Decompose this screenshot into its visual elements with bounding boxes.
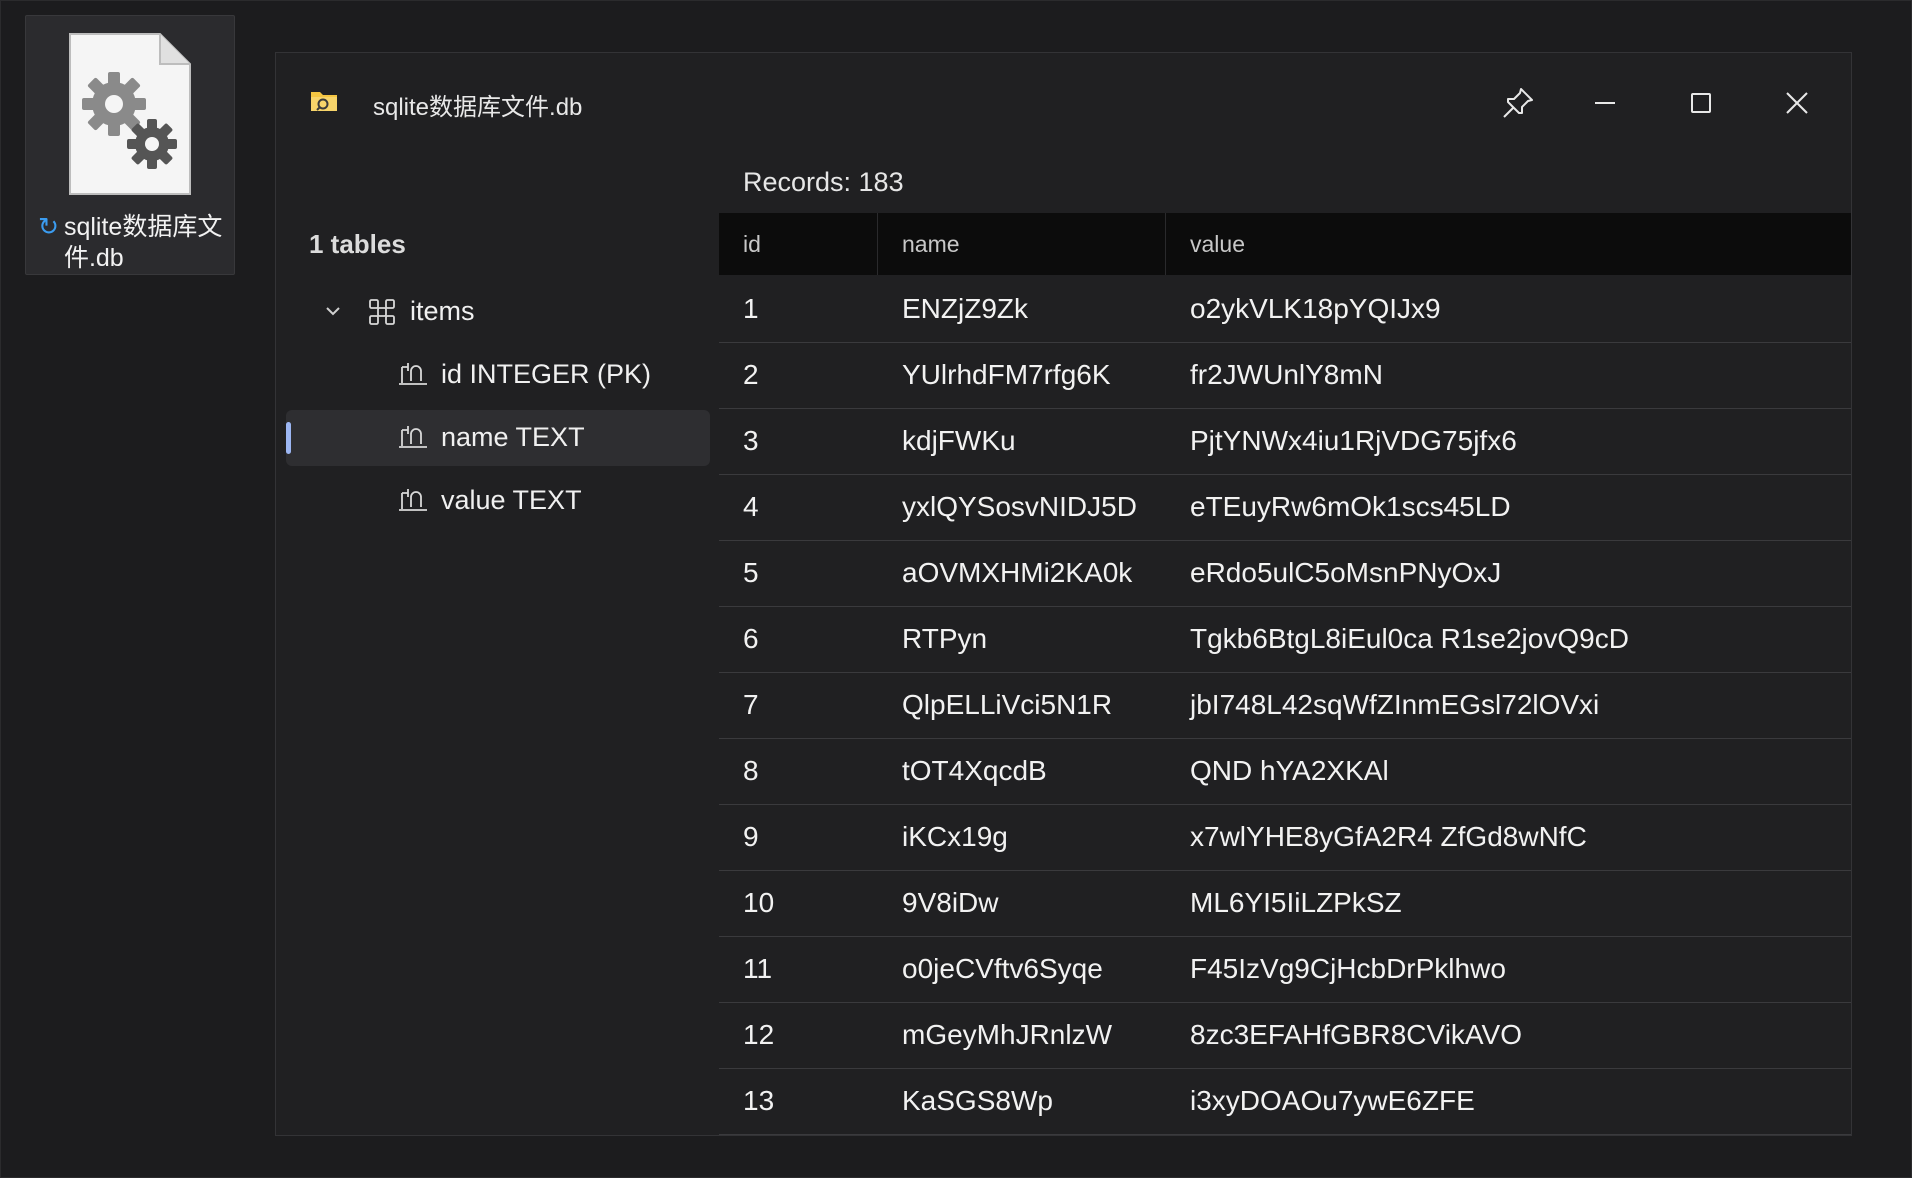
minimize-button[interactable]	[1577, 77, 1633, 129]
cell-name: ENZjZ9Zk	[902, 293, 1028, 324]
chevron-down-icon[interactable]	[324, 302, 342, 320]
table-icon	[369, 299, 395, 325]
tree-column-label: value TEXT	[441, 485, 582, 515]
cell-id: 9	[743, 821, 759, 852]
tree-column-id[interactable]: id INTEGER (PK)	[286, 347, 710, 403]
table-row[interactable]: 5 aOVMXHMi2KA0k eRdo5ulC5oMsnPNyOxJ	[719, 541, 1851, 607]
table-row[interactable]: 4 yxlQYSosvNIDJ5D eTEuyRw6mOk1scs45LD	[719, 475, 1851, 541]
desktop: ↻ sqlite数据库文件.db sqlite数据库文件.db 1 tables…	[0, 0, 1912, 1178]
cell-id: 7	[743, 689, 759, 720]
cell-id: 12	[743, 1019, 775, 1050]
cell-value: jbI748L42sqWfZInmEGsl72lOVxi	[1190, 689, 1600, 720]
cell-value: Tgkb6BtgL8iEul0ca R1se2jovQ9cD	[1190, 623, 1629, 654]
cell-name: 9V8iDw	[902, 887, 999, 918]
column-icon	[399, 363, 427, 385]
cell-value: QND hYA2XKAl	[1190, 755, 1389, 786]
cell-id: 10	[743, 887, 775, 918]
grid-body: 1 ENZjZ9Zk o2ykVLK18pYQIJx9 2 YUlrhdFM7r…	[719, 277, 1851, 1135]
cell-value: eRdo5ulC5oMsnPNyOxJ	[1190, 557, 1502, 588]
title-bar[interactable]: sqlite数据库文件.db	[276, 53, 1851, 153]
cell-name: aOVMXHMi2KA0k	[902, 557, 1133, 588]
cell-value: fr2JWUnlY8mN	[1190, 359, 1383, 390]
cell-name: KaSGS8Wp	[902, 1085, 1053, 1116]
cell-id: 6	[743, 623, 759, 654]
grid-header: id name value	[719, 213, 1851, 275]
desktop-file-label: ↻ sqlite数据库文件.db	[38, 212, 228, 274]
tables-count: 1 tables	[309, 229, 406, 259]
cell-value: o2ykVLK18pYQIJx9	[1190, 293, 1441, 324]
window-title: sqlite数据库文件.db	[373, 94, 583, 121]
column-icon	[399, 426, 427, 448]
cell-name: tOT4XqcdB	[902, 755, 1047, 786]
column-header-name[interactable]: name	[878, 213, 1166, 275]
table-row[interactable]: 6 RTPyn Tgkb6BtgL8iEul0ca R1se2jovQ9cD	[719, 607, 1851, 673]
column-icon	[399, 489, 427, 511]
table-row[interactable]: 7 QlpELLiVci5N1R jbI748L42sqWfZInmEGsl72…	[719, 673, 1851, 739]
db-viewer-window: sqlite数据库文件.db 1 tables items id INTEGER…	[275, 52, 1852, 1136]
table-row[interactable]: 3 kdjFWKu PjtYNWx4iu1RjVDG75jfx6	[719, 409, 1851, 475]
close-icon	[1786, 92, 1808, 114]
cell-id: 8	[743, 755, 759, 786]
tree-column-value[interactable]: value TEXT	[286, 473, 710, 529]
maximize-button[interactable]	[1673, 77, 1729, 129]
data-grid[interactable]: id name value 1 ENZjZ9Zk o2ykVLK18pYQIJx…	[719, 213, 1851, 1135]
table-row[interactable]: 10 9V8iDw ML6YI5IiLZPkSZ	[719, 871, 1851, 937]
cell-name: YUlrhdFM7rfg6K	[902, 359, 1111, 390]
cell-id: 13	[743, 1085, 775, 1116]
cell-id: 2	[743, 359, 759, 390]
table-row[interactable]: 11 o0jeCVftv6Syqe F45IzVg9CjHcbDrPklhwo	[719, 937, 1851, 1003]
cell-id: 11	[743, 953, 773, 984]
config-file-icon	[69, 33, 191, 195]
cell-name: o0jeCVftv6Syqe	[902, 953, 1103, 984]
desktop-file-item[interactable]: ↻ sqlite数据库文件.db	[25, 15, 235, 275]
tree-column-name[interactable]: name TEXT	[286, 410, 710, 466]
tree-table-label: items	[410, 296, 475, 326]
close-button[interactable]	[1769, 77, 1825, 129]
pin-button[interactable]	[1490, 77, 1546, 129]
cell-id: 1	[743, 293, 759, 324]
cell-id: 3	[743, 425, 759, 456]
maximize-icon	[1691, 93, 1711, 113]
pin-icon	[1503, 88, 1533, 118]
cell-value: 8zc3EFAHfGBR8CVikAVO	[1190, 1019, 1522, 1050]
cell-value: PjtYNWx4iu1RjVDG75jfx6	[1190, 425, 1517, 456]
table-row[interactable]: 2 YUlrhdFM7rfg6K fr2JWUnlY8mN	[719, 343, 1851, 409]
cell-value: x7wlYHE8yGfA2R4 ZfGd8wNfC	[1190, 821, 1587, 852]
tree-table-items[interactable]: items	[286, 284, 710, 340]
minimize-icon	[1595, 102, 1615, 104]
cell-value: ML6YI5IiLZPkSZ	[1190, 887, 1402, 918]
table-row[interactable]: 1 ENZjZ9Zk o2ykVLK18pYQIJx9	[719, 277, 1851, 343]
cell-name: RTPyn	[902, 623, 988, 654]
column-header-id[interactable]: id	[719, 213, 878, 275]
table-row[interactable]: 8 tOT4XqcdB QND hYA2XKAl	[719, 739, 1851, 805]
sync-icon: ↻	[38, 213, 59, 241]
folder-icon	[311, 92, 337, 111]
table-row[interactable]: 12 mGeyMhJRnlzW 8zc3EFAHfGBR8CVikAVO	[719, 1003, 1851, 1069]
table-row[interactable]: 13 KaSGS8Wp i3xyDOAOu7ywE6ZFE	[719, 1069, 1851, 1135]
desktop-file-name: sqlite数据库文件.db	[63, 213, 223, 272]
schema-sidebar: 1 tables items id INTEGER (PK) name TEXT…	[276, 153, 716, 1137]
cell-name: mGeyMhJRnlzW	[902, 1019, 1113, 1050]
tree-column-label: id INTEGER (PK)	[441, 359, 652, 389]
cell-name: QlpELLiVci5N1R	[902, 689, 1113, 720]
cell-name: yxlQYSosvNIDJ5D	[902, 491, 1137, 522]
cell-id: 4	[743, 491, 759, 522]
column-header-value[interactable]: value	[1166, 213, 1851, 275]
cell-id: 5	[743, 557, 759, 588]
cell-value: i3xyDOAOu7ywE6ZFE	[1190, 1085, 1475, 1116]
cell-value: F45IzVg9CjHcbDrPklhwo	[1190, 953, 1506, 984]
tree-column-label: name TEXT	[441, 422, 585, 452]
cell-name: iKCx19g	[902, 821, 1008, 852]
cell-name: kdjFWKu	[902, 425, 1016, 456]
table-row[interactable]: 9 iKCx19g x7wlYHE8yGfA2R4 ZfGd8wNfC	[719, 805, 1851, 871]
cell-value: eTEuyRw6mOk1scs45LD	[1190, 491, 1511, 522]
records-count: Records: 183	[743, 167, 904, 197]
